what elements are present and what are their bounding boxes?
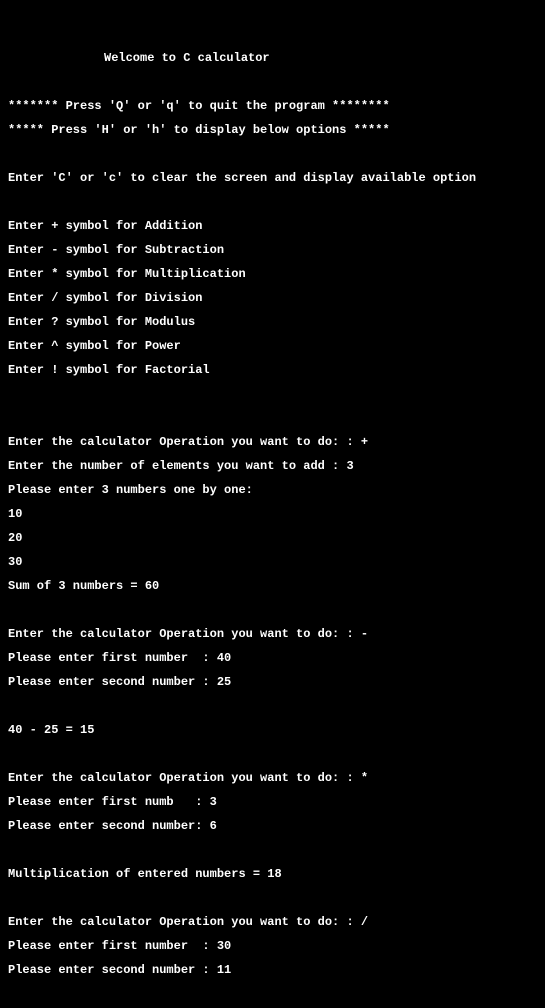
blank [8, 412, 537, 424]
add-count-prompt: Enter the number of elements you want to… [8, 460, 537, 472]
op-factorial: Enter ! symbol for Factorial [8, 364, 537, 376]
op-addition: Enter + symbol for Addition [8, 220, 537, 232]
add-prompt: Enter the calculator Operation you want … [8, 436, 537, 448]
add-input-2: 20 [8, 532, 537, 544]
mul-first: Please enter first numb : 3 [8, 796, 537, 808]
sub-result: 40 - 25 = 15 [8, 724, 537, 736]
add-input-1: 10 [8, 508, 537, 520]
sub-prompt: Enter the calculator Operation you want … [8, 628, 537, 640]
mul-prompt: Enter the calculator Operation you want … [8, 772, 537, 784]
op-multiplication: Enter * symbol for Multiplication [8, 268, 537, 280]
blank [8, 388, 537, 400]
blank [8, 604, 537, 616]
op-division: Enter / symbol for Division [8, 292, 537, 304]
sub-second: Please enter second number : 25 [8, 676, 537, 688]
op-power: Enter ^ symbol for Power [8, 340, 537, 352]
op-modulus: Enter ? symbol for Modulus [8, 316, 537, 328]
add-input-3: 30 [8, 556, 537, 568]
blank [8, 892, 537, 904]
mul-second: Please enter second number: 6 [8, 820, 537, 832]
div-prompt: Enter the calculator Operation you want … [8, 916, 537, 928]
div-first: Please enter first number : 30 [8, 940, 537, 952]
blank [8, 76, 537, 88]
blank [8, 748, 537, 760]
add-result: Sum of 3 numbers = 60 [8, 580, 537, 592]
div-second: Please enter second number : 11 [8, 964, 537, 976]
help-instruction: ***** Press 'H' or 'h' to display below … [8, 124, 537, 136]
add-enter-prompt: Please enter 3 numbers one by one: [8, 484, 537, 496]
welcome-title: Welcome to C calculator [8, 52, 537, 64]
quit-instruction: ******* Press 'Q' or 'q' to quit the pro… [8, 100, 537, 112]
op-subtraction: Enter - symbol for Subtraction [8, 244, 537, 256]
clear-instruction: Enter 'C' or 'c' to clear the screen and… [8, 172, 537, 184]
mul-result: Multiplication of entered numbers = 18 [8, 868, 537, 880]
sub-first: Please enter first number : 40 [8, 652, 537, 664]
blank [8, 988, 537, 1000]
blank [8, 700, 537, 712]
blank [8, 196, 537, 208]
blank [8, 148, 537, 160]
blank [8, 844, 537, 856]
